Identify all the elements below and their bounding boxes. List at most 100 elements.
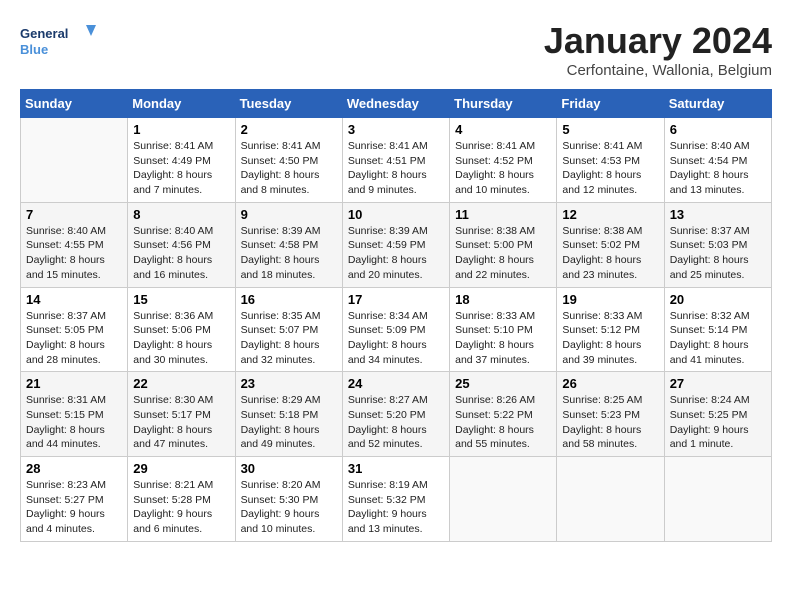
day-number: 5 (562, 122, 658, 137)
day-number: 12 (562, 207, 658, 222)
day-number: 3 (348, 122, 444, 137)
day-info: Sunrise: 8:40 AMSunset: 4:55 PMDaylight:… (26, 224, 122, 283)
table-row (664, 457, 771, 542)
table-row (557, 457, 664, 542)
table-row: 7Sunrise: 8:40 AMSunset: 4:55 PMDaylight… (21, 202, 128, 287)
table-row: 23 Sunrise: 8:29 AMSunset: 5:18 PMDayligh… (235, 372, 342, 457)
day-info: Sunrise: 8:33 AMSunset: 5:12 PMDaylight:… (562, 309, 658, 368)
day-number: 4 (455, 122, 551, 137)
day-info: Sunrise: 8:41 AMSunset: 4:49 PMDaylight:… (133, 139, 229, 198)
table-row: 10 Sunrise: 8:39 AMSunset: 4:59 PMDayligh… (342, 202, 449, 287)
table-row: 15 Sunrise: 8:36 AMSunset: 5:06 PMDayligh… (128, 287, 235, 372)
day-info: Sunrise: 8:39 AMSunset: 4:59 PMDaylight:… (348, 224, 444, 283)
day-number: 25 (455, 376, 551, 391)
col-saturday: Saturday (664, 90, 771, 118)
day-info: Sunrise: 8:31 AMSunset: 5:15 PMDaylight:… (26, 393, 122, 452)
col-thursday: Thursday (450, 90, 557, 118)
day-number: 18 (455, 292, 551, 307)
day-info: Sunrise: 8:29 AMSunset: 5:18 PMDaylight:… (241, 393, 337, 452)
table-row: 29Sunrise: 8:21 AMSunset: 5:28 PMDayligh… (128, 457, 235, 542)
day-info: Sunrise: 8:23 AMSunset: 5:27 PMDaylight:… (26, 478, 122, 537)
day-info: Sunrise: 8:41 AMSunset: 4:53 PMDaylight:… (562, 139, 658, 198)
table-row: 28Sunrise: 8:23 AMSunset: 5:27 PMDayligh… (21, 457, 128, 542)
day-number: 17 (348, 292, 444, 307)
day-info: Sunrise: 8:20 AMSunset: 5:30 PMDaylight:… (241, 478, 337, 537)
day-info: Sunrise: 8:27 AMSunset: 5:20 PMDaylight:… (348, 393, 444, 452)
table-row: 5 Sunrise: 8:41 AMSunset: 4:53 PMDaylight… (557, 118, 664, 203)
day-number: 16 (241, 292, 337, 307)
table-row: 19 Sunrise: 8:33 AMSunset: 5:12 PMDayligh… (557, 287, 664, 372)
calendar-week-row: 28Sunrise: 8:23 AMSunset: 5:27 PMDayligh… (21, 457, 772, 542)
calendar-week-row: 7Sunrise: 8:40 AMSunset: 4:55 PMDaylight… (21, 202, 772, 287)
day-info: Sunrise: 8:41 AMSunset: 4:52 PMDaylight:… (455, 139, 551, 198)
col-monday: Monday (128, 90, 235, 118)
day-info: Sunrise: 8:40 AMSunset: 4:56 PMDaylight:… (133, 224, 229, 283)
day-info: Sunrise: 8:37 AMSunset: 5:05 PMDaylight:… (26, 309, 122, 368)
day-info: Sunrise: 8:30 AMSunset: 5:17 PMDaylight:… (133, 393, 229, 452)
day-info: Sunrise: 8:36 AMSunset: 5:06 PMDaylight:… (133, 309, 229, 368)
day-number: 22 (133, 376, 229, 391)
day-info: Sunrise: 8:19 AMSunset: 5:32 PMDaylight:… (348, 478, 444, 537)
table-row: 20Sunrise: 8:32 AMSunset: 5:14 PMDayligh… (664, 287, 771, 372)
day-info: Sunrise: 8:34 AMSunset: 5:09 PMDaylight:… (348, 309, 444, 368)
day-number: 21 (26, 376, 122, 391)
table-row: 1 Sunrise: 8:41 AMSunset: 4:49 PMDaylight… (128, 118, 235, 203)
calendar-week-row: 1 Sunrise: 8:41 AMSunset: 4:49 PMDaylight… (21, 118, 772, 203)
col-friday: Friday (557, 90, 664, 118)
table-row: 22 Sunrise: 8:30 AMSunset: 5:17 PMDayligh… (128, 372, 235, 457)
title-block: January 2024 Cerfontaine, Wallonia, Belg… (544, 20, 772, 79)
calendar-header-row: Sunday Monday Tuesday Wednesday Thursday… (21, 90, 772, 118)
table-row (450, 457, 557, 542)
col-wednesday: Wednesday (342, 90, 449, 118)
svg-text:Blue: Blue (20, 42, 48, 57)
day-info: Sunrise: 8:33 AMSunset: 5:10 PMDaylight:… (455, 309, 551, 368)
day-number: 26 (562, 376, 658, 391)
calendar-week-row: 14 Sunrise: 8:37 AMSunset: 5:05 PMDayligh… (21, 287, 772, 372)
page-header: General Blue January 2024 Cerfontaine, W… (20, 20, 772, 79)
day-number: 1 (133, 122, 229, 137)
day-info: Sunrise: 8:38 AMSunset: 5:02 PMDaylight:… (562, 224, 658, 283)
table-row: 26 Sunrise: 8:25 AMSunset: 5:23 PMDayligh… (557, 372, 664, 457)
table-row: 27 Sunrise: 8:24 AMSunset: 5:25 PMDayligh… (664, 372, 771, 457)
table-row: 11Sunrise: 8:38 AMSunset: 5:00 PMDayligh… (450, 202, 557, 287)
col-sunday: Sunday (21, 90, 128, 118)
logo: General Blue (20, 20, 100, 60)
table-row: 12 Sunrise: 8:38 AMSunset: 5:02 PMDayligh… (557, 202, 664, 287)
day-info: Sunrise: 8:26 AMSunset: 5:22 PMDaylight:… (455, 393, 551, 452)
table-row: 3 Sunrise: 8:41 AMSunset: 4:51 PMDaylight… (342, 118, 449, 203)
table-row: 17 Sunrise: 8:34 AMSunset: 5:09 PMDayligh… (342, 287, 449, 372)
location-subtitle: Cerfontaine, Wallonia, Belgium (544, 62, 772, 79)
col-tuesday: Tuesday (235, 90, 342, 118)
table-row: 9Sunrise: 8:39 AMSunset: 4:58 PMDaylight… (235, 202, 342, 287)
table-row: 21 Sunrise: 8:31 AMSunset: 5:15 PMDayligh… (21, 372, 128, 457)
day-info: Sunrise: 8:40 AMSunset: 4:54 PMDaylight:… (670, 139, 766, 198)
table-row: 30Sunrise: 8:20 AMSunset: 5:30 PMDayligh… (235, 457, 342, 542)
day-number: 14 (26, 292, 122, 307)
day-number: 31 (348, 461, 444, 476)
table-row: 8 Sunrise: 8:40 AMSunset: 4:56 PMDaylight… (128, 202, 235, 287)
day-number: 8 (133, 207, 229, 222)
day-number: 27 (670, 376, 766, 391)
day-info: Sunrise: 8:41 AMSunset: 4:50 PMDaylight:… (241, 139, 337, 198)
table-row: 14 Sunrise: 8:37 AMSunset: 5:05 PMDayligh… (21, 287, 128, 372)
table-row: 25 Sunrise: 8:26 AMSunset: 5:22 PMDayligh… (450, 372, 557, 457)
day-number: 2 (241, 122, 337, 137)
day-number: 24 (348, 376, 444, 391)
day-number: 19 (562, 292, 658, 307)
day-number: 23 (241, 376, 337, 391)
table-row (21, 118, 128, 203)
day-number: 10 (348, 207, 444, 222)
day-number: 29 (133, 461, 229, 476)
table-row: 18 Sunrise: 8:33 AMSunset: 5:10 PMDayligh… (450, 287, 557, 372)
day-number: 15 (133, 292, 229, 307)
day-info: Sunrise: 8:25 AMSunset: 5:23 PMDaylight:… (562, 393, 658, 452)
day-info: Sunrise: 8:41 AMSunset: 4:51 PMDaylight:… (348, 139, 444, 198)
logo-svg: General Blue (20, 20, 100, 60)
table-row: 24 Sunrise: 8:27 AMSunset: 5:20 PMDayligh… (342, 372, 449, 457)
calendar-table: Sunday Monday Tuesday Wednesday Thursday… (20, 89, 772, 542)
day-number: 13 (670, 207, 766, 222)
table-row: 4 Sunrise: 8:41 AMSunset: 4:52 PMDaylight… (450, 118, 557, 203)
day-info: Sunrise: 8:39 AMSunset: 4:58 PMDaylight:… (241, 224, 337, 283)
day-info: Sunrise: 8:24 AMSunset: 5:25 PMDaylight:… (670, 393, 766, 452)
calendar-week-row: 21 Sunrise: 8:31 AMSunset: 5:15 PMDayligh… (21, 372, 772, 457)
